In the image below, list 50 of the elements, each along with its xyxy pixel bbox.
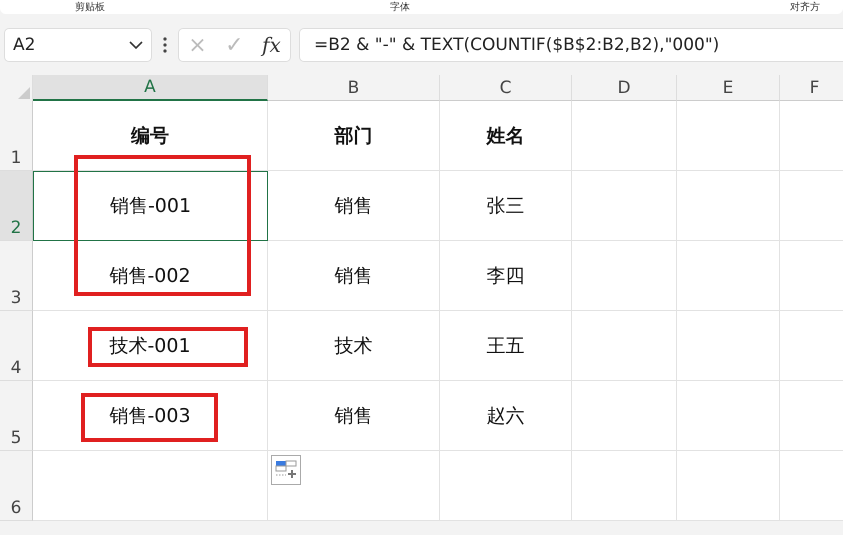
- column-header[interactable]: F: [780, 75, 843, 101]
- empty-cell[interactable]: [677, 171, 780, 241]
- more-icon[interactable]: [163, 37, 167, 53]
- corner-triangle-icon: [18, 87, 30, 99]
- table-cell[interactable]: 销售: [268, 381, 440, 451]
- empty-cell[interactable]: [572, 171, 677, 241]
- insert-function-button[interactable]: fx: [260, 33, 283, 57]
- table-cell[interactable]: 王五: [440, 311, 572, 381]
- empty-cell[interactable]: [572, 311, 677, 381]
- ribbon-group-label: 剪贴板: [75, 0, 105, 14]
- table-cell[interactable]: 赵六: [440, 381, 572, 451]
- row-header[interactable]: 5: [0, 381, 33, 451]
- table-cell[interactable]: 姓名: [440, 101, 572, 171]
- empty-cell[interactable]: [677, 451, 780, 521]
- row-header[interactable]: 6: [0, 451, 33, 521]
- row-header[interactable]: 2: [0, 171, 33, 241]
- formula-field[interactable]: =B2 & "-" & TEXT(COUNTIF($B$2:B2,B2),"000"): [299, 28, 843, 62]
- row-header[interactable]: 4: [0, 311, 33, 381]
- chevron-down-icon: [129, 41, 143, 49]
- paste-options-icon[interactable]: [271, 455, 301, 485]
- row-header[interactable]: 3: [0, 241, 33, 311]
- empty-cell[interactable]: [440, 451, 572, 521]
- empty-cell[interactable]: [572, 241, 677, 311]
- table-cell[interactable]: 销售-003: [33, 381, 268, 451]
- ribbon-group-label: 字体: [390, 0, 410, 14]
- empty-cell[interactable]: [677, 311, 780, 381]
- empty-cell[interactable]: [677, 381, 780, 451]
- empty-cell[interactable]: [572, 101, 677, 171]
- empty-cell[interactable]: [572, 381, 677, 451]
- table-cell[interactable]: 销售: [268, 171, 440, 241]
- empty-cell[interactable]: [572, 451, 677, 521]
- table-cell[interactable]: 编号: [33, 101, 268, 171]
- column-header[interactable]: B: [268, 75, 440, 101]
- empty-cell[interactable]: [677, 101, 780, 171]
- row-header[interactable]: 1: [0, 101, 33, 171]
- table-cell[interactable]: 部门: [268, 101, 440, 171]
- empty-cell[interactable]: [677, 241, 780, 311]
- table-cell[interactable]: 技术: [268, 311, 440, 381]
- ribbon-group-label: 对齐方: [790, 0, 820, 14]
- column-header[interactable]: D: [572, 75, 677, 101]
- name-box[interactable]: A2: [4, 28, 152, 62]
- table-cell[interactable]: 技术-001: [33, 311, 268, 381]
- table-cell[interactable]: 销售-001: [33, 171, 268, 241]
- column-header[interactable]: A: [33, 75, 268, 101]
- column-header[interactable]: C: [440, 75, 572, 101]
- table-cell[interactable]: 李四: [440, 241, 572, 311]
- table-cell[interactable]: 张三: [440, 171, 572, 241]
- table-cell[interactable]: 销售: [268, 241, 440, 311]
- table-cell[interactable]: 销售-002: [33, 241, 268, 311]
- column-header[interactable]: E: [677, 75, 780, 101]
